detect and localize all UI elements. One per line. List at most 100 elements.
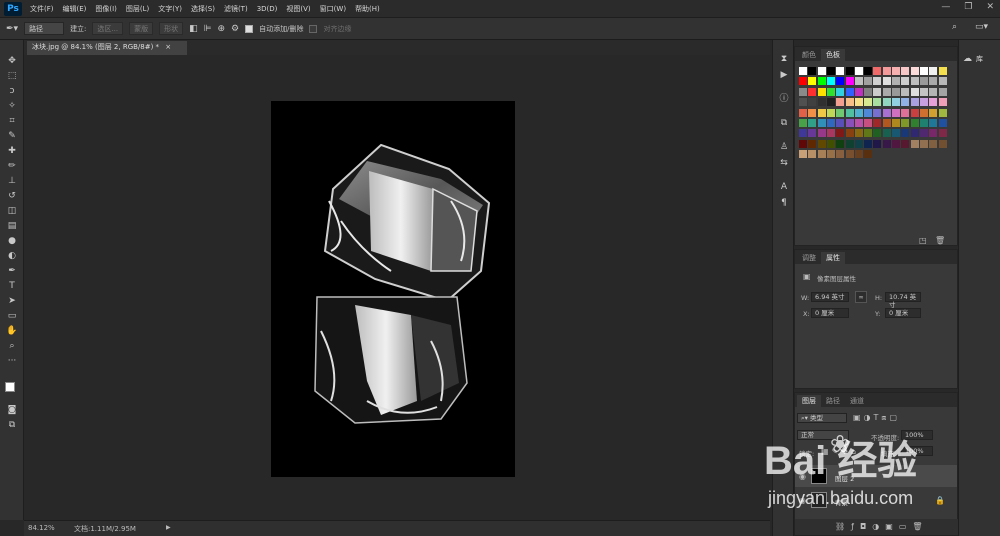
mask-button[interactable]: 蒙版 (129, 22, 154, 35)
layer-filter-select[interactable]: ⌕▾ 类型 (797, 413, 847, 423)
color-swatch[interactable] (929, 98, 938, 107)
quick-mask-icon[interactable]: ◙ (4, 403, 20, 417)
color-swatch[interactable] (845, 98, 854, 107)
document-tab-close-icon[interactable]: × (165, 43, 171, 51)
color-swatch[interactable] (901, 98, 910, 107)
character-panel-icon[interactable]: A (776, 180, 792, 194)
menu-type[interactable]: 文字(Y) (158, 4, 182, 14)
color-swatch[interactable] (873, 77, 882, 86)
color-swatch[interactable] (808, 67, 817, 75)
color-swatch[interactable] (929, 87, 938, 96)
color-swatch[interactable] (901, 87, 910, 96)
search-icon[interactable]: ⌕ (952, 22, 957, 32)
color-swatch[interactable] (808, 108, 817, 117)
color-swatch[interactable] (826, 108, 835, 117)
zoom-level[interactable]: 84.12% (28, 524, 55, 532)
color-swatch[interactable] (826, 129, 835, 138)
color-swatch[interactable] (799, 139, 807, 148)
color-swatch[interactable] (901, 119, 910, 127)
color-swatch[interactable] (892, 119, 900, 127)
color-swatch[interactable] (817, 77, 826, 86)
photoshop-logo[interactable]: Ps (4, 2, 22, 16)
canvas-area[interactable] (24, 55, 770, 520)
color-swatch[interactable] (919, 67, 928, 75)
width-input[interactable]: 6.94 英寸 (811, 292, 849, 302)
color-swatch[interactable] (938, 108, 947, 117)
menu-filter[interactable]: 滤镜(T) (224, 4, 248, 14)
adjust-panel-icon[interactable]: ⇆ (776, 156, 792, 170)
color-swatch[interactable] (910, 108, 919, 117)
color-swatch[interactable] (836, 129, 845, 138)
pen-tool-icon[interactable]: ✒ (4, 264, 20, 278)
color-swatch[interactable] (892, 129, 900, 138)
color-swatch[interactable] (882, 129, 891, 138)
color-swatch[interactable] (938, 139, 947, 148)
color-swatch[interactable] (938, 77, 947, 86)
new-swatch-icon[interactable]: ◳ (919, 236, 927, 245)
tab-channels[interactable]: 通道 (845, 395, 869, 407)
brush-settings-icon[interactable]: ♙ (776, 140, 792, 154)
mode-select[interactable]: 路径 (24, 22, 65, 35)
color-swatch[interactable] (892, 67, 900, 75)
restore-button[interactable]: ❐ (964, 2, 972, 12)
color-swatch[interactable] (873, 108, 882, 117)
color-swatch[interactable] (808, 150, 817, 159)
gear-icon[interactable]: ⚙ (231, 24, 239, 34)
color-swatch[interactable] (910, 98, 919, 107)
layer-filter-icons[interactable]: ▣◑T⧈▢ (853, 413, 900, 423)
color-swatch[interactable] (799, 108, 807, 117)
tab-paths[interactable]: 路径 (821, 395, 845, 407)
color-swatch[interactable] (854, 87, 863, 96)
color-swatch[interactable] (929, 67, 938, 75)
color-swatch[interactable] (892, 87, 900, 96)
menu-edit[interactable]: 编辑(E) (63, 4, 87, 14)
menu-3d[interactable]: 3D(D) (257, 5, 278, 13)
auto-add-delete-checkbox[interactable] (245, 24, 254, 33)
color-swatch[interactable] (808, 139, 817, 148)
screen-mode-icon[interactable]: ⧉ (4, 418, 20, 432)
color-swatch[interactable] (854, 67, 863, 75)
align-edges-checkbox[interactable] (309, 24, 318, 33)
color-swatch[interactable] (864, 77, 873, 86)
foreground-color-swatch[interactable] (5, 382, 15, 392)
color-swatch[interactable] (919, 98, 928, 107)
color-swatch[interactable] (910, 139, 919, 148)
color-swatch[interactable] (845, 77, 854, 86)
color-swatch[interactable] (910, 119, 919, 127)
color-swatch[interactable] (836, 87, 845, 96)
color-swatch[interactable] (919, 108, 928, 117)
delete-swatch-icon[interactable]: 🗑 (935, 236, 945, 245)
color-swatch[interactable] (919, 119, 928, 127)
color-swatch[interactable] (929, 119, 938, 127)
y-input[interactable]: 0 厘米 (885, 308, 921, 318)
color-swatch[interactable] (845, 67, 854, 75)
color-swatch[interactable] (938, 67, 947, 75)
more-tools-icon[interactable]: ··· (4, 354, 20, 368)
color-swatch[interactable] (826, 77, 835, 86)
color-swatch[interactable] (919, 129, 928, 138)
tab-swatches[interactable]: 色板 (821, 49, 845, 61)
color-swatch[interactable] (929, 108, 938, 117)
menu-layer[interactable]: 图层(L) (126, 4, 149, 14)
color-swatch[interactable] (817, 67, 826, 75)
color-swatch[interactable] (873, 98, 882, 107)
color-swatch[interactable] (817, 108, 826, 117)
rectangle-tool-icon[interactable]: ▭ (4, 309, 20, 323)
color-swatch[interactable] (882, 77, 891, 86)
color-swatch[interactable] (817, 98, 826, 107)
dodge-tool-icon[interactable]: ◐ (4, 249, 20, 263)
color-swatch[interactable] (845, 139, 854, 148)
color-swatch[interactable] (901, 139, 910, 148)
color-swatch[interactable] (864, 108, 873, 117)
color-swatch[interactable] (817, 139, 826, 148)
height-input[interactable]: 10.74 英寸 (885, 292, 921, 309)
color-swatch[interactable] (873, 119, 882, 127)
color-swatch[interactable] (901, 108, 910, 117)
color-swatch[interactable] (882, 108, 891, 117)
color-swatch[interactable] (854, 139, 863, 148)
color-swatch[interactable] (910, 87, 919, 96)
color-swatch[interactable] (817, 150, 826, 159)
color-swatch[interactable] (929, 139, 938, 148)
color-swatch[interactable] (910, 67, 919, 75)
hand-tool-icon[interactable]: ✋ (4, 324, 20, 338)
